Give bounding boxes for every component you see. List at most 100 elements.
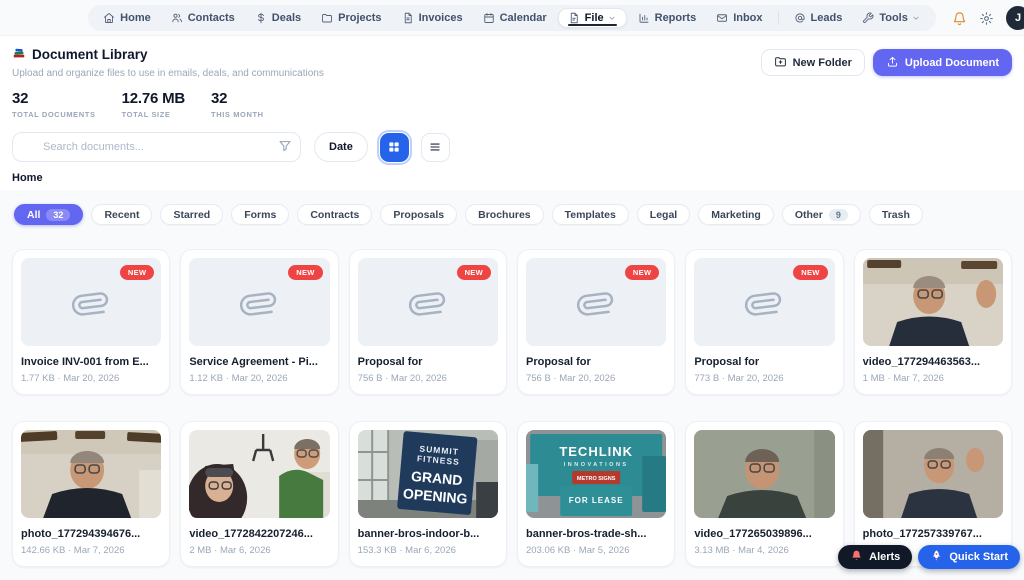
filter-chip-proposals[interactable]: Proposals xyxy=(380,204,457,225)
alert-bell-icon xyxy=(850,549,863,565)
document-title: Proposal for xyxy=(526,356,666,368)
stat-total-documents: 32TOTAL DOCUMENTS xyxy=(12,90,96,119)
document-card[interactable]: NEW Proposal for 773 B · Mar 20, 2026 xyxy=(685,249,843,395)
file-icon xyxy=(568,12,580,24)
document-title: Proposal for xyxy=(694,356,834,368)
document-meta: 1.12 KB · Mar 20, 2026 xyxy=(189,373,329,384)
document-title: photo_177257339767... xyxy=(863,528,1003,540)
leads-icon xyxy=(794,12,806,24)
document-meta: 1.77 KB · Mar 20, 2026 xyxy=(21,373,161,384)
filter-chip-all[interactable]: All32 xyxy=(14,204,83,225)
calendar-icon xyxy=(483,12,495,24)
search-input[interactable] xyxy=(12,132,301,162)
stat-label: THIS MONTH xyxy=(211,110,264,119)
filter-funnel-icon[interactable] xyxy=(278,139,292,153)
stat-value: 12.76 MB xyxy=(122,90,185,107)
page-title: Document Library xyxy=(12,46,324,63)
alerts-button[interactable]: Alerts xyxy=(838,545,912,569)
rocket-icon xyxy=(930,549,943,565)
thumbnail-paperclip: NEW xyxy=(526,258,666,346)
thumbnail-paperclip: NEW xyxy=(21,258,161,346)
stat-label: TOTAL DOCUMENTS xyxy=(12,110,96,119)
thumbnail-photo xyxy=(21,430,161,518)
document-card[interactable]: video_177265039896...3.13 MB · Mar 4, 20… xyxy=(685,421,843,567)
nav-item-file[interactable]: File xyxy=(558,8,627,28)
document-title: banner-bros-indoor-b... xyxy=(358,528,498,540)
document-card[interactable]: NEW Proposal for 756 B · Mar 20, 2026 xyxy=(517,249,675,395)
nav-item-tools[interactable]: Tools xyxy=(853,8,930,28)
new-folder-button[interactable]: New Folder xyxy=(761,49,865,76)
stat-label: TOTAL SIZE xyxy=(122,110,185,119)
filter-chip-forms[interactable]: Forms xyxy=(231,204,289,225)
filter-chip-trash[interactable]: Trash xyxy=(869,204,923,225)
filter-chip-recent[interactable]: Recent xyxy=(91,204,152,225)
page-subtitle: Upload and organize files to use in emai… xyxy=(12,68,324,79)
document-title: Service Agreement - Pi... xyxy=(189,356,329,368)
chevron-down-icon xyxy=(911,13,921,23)
thumbnail-photo xyxy=(863,430,1003,518)
invoice-icon xyxy=(402,12,414,24)
nav-item-home[interactable]: Home xyxy=(94,8,160,28)
svg-text:FOR LEASE: FOR LEASE xyxy=(569,496,624,505)
nav-divider xyxy=(778,11,779,25)
document-card[interactable]: NEWService Agreement - Pi...1.12 KB · Ma… xyxy=(180,249,338,395)
date-filter-button[interactable]: Date xyxy=(314,132,368,162)
nav-item-calendar[interactable]: Calendar xyxy=(474,8,556,28)
document-meta: 2 MB · Mar 6, 2026 xyxy=(189,545,329,556)
filter-chip-templates[interactable]: Templates xyxy=(552,204,629,225)
filter-chip-starred[interactable]: Starred xyxy=(160,204,223,225)
search-box xyxy=(12,132,301,162)
document-card[interactable]: NEWProposal for756 B · Mar 20, 2026 xyxy=(349,249,507,395)
reports-icon xyxy=(638,12,650,24)
filter-chip-legal[interactable]: Legal xyxy=(637,204,690,225)
document-meta: 773 B · Mar 20, 2026 xyxy=(694,373,834,384)
nav-item-contacts[interactable]: Contacts xyxy=(162,8,244,28)
documents-grid: NEWInvoice INV-001 from E...1.77 KB · Ma… xyxy=(0,225,1024,567)
nav-item-leads[interactable]: Leads xyxy=(785,8,852,28)
chevron-down-icon xyxy=(607,13,617,23)
filter-chip-marketing[interactable]: Marketing xyxy=(698,204,774,225)
filter-chip-contracts[interactable]: Contracts xyxy=(297,204,372,225)
notifications-bell-icon[interactable] xyxy=(952,11,967,26)
document-card[interactable]: NEWInvoice INV-001 from E...1.77 KB · Ma… xyxy=(12,249,170,395)
document-title: video_1772842207246... xyxy=(189,528,329,540)
stat-this-month: 32THIS MONTH xyxy=(211,90,264,119)
upload-icon xyxy=(886,55,899,71)
list-view-button[interactable] xyxy=(421,133,450,162)
breadcrumb[interactable]: Home xyxy=(0,162,1024,190)
user-avatar[interactable]: J xyxy=(1006,6,1024,30)
document-title: photo_177294394676... xyxy=(21,528,161,540)
document-title: video_177265039896... xyxy=(694,528,834,540)
document-card[interactable]: photo_177294394676... 142.66 KB · Mar 7, … xyxy=(12,421,170,567)
nav-item-reports[interactable]: Reports xyxy=(629,8,706,28)
thumbnail-paperclip: NEW xyxy=(694,258,834,346)
document-meta: 756 B · Mar 20, 2026 xyxy=(526,373,666,384)
floating-actions: Alerts Quick Start xyxy=(838,545,1020,569)
settings-gear-icon[interactable] xyxy=(979,11,994,26)
filter-chip-brochures[interactable]: Brochures xyxy=(465,204,544,225)
chip-count-badge: 32 xyxy=(46,209,70,221)
nav-item-invoices[interactable]: Invoices xyxy=(393,8,472,28)
document-card[interactable]: TECHLINKINNOVATIONSMETRO SIGNSFOR LEASE b… xyxy=(517,421,675,567)
document-meta: 203.06 KB · Mar 5, 2026 xyxy=(526,545,666,556)
top-nav: HomeContactsDealsProjectsInvoicesCalenda… xyxy=(0,0,1024,36)
upload-document-button[interactable]: Upload Document xyxy=(873,49,1012,76)
document-meta: 142.66 KB · Mar 7, 2026 xyxy=(21,545,161,556)
dollar-icon xyxy=(255,12,267,24)
nav-item-deals[interactable]: Deals xyxy=(246,8,310,28)
thumbnail-photo xyxy=(694,430,834,518)
thumbnail-paperclip: NEW xyxy=(358,258,498,346)
nav-item-inbox[interactable]: Inbox xyxy=(707,8,771,28)
nav-item-projects[interactable]: Projects xyxy=(312,8,390,28)
filter-chip-other[interactable]: Other9 xyxy=(782,204,861,225)
document-card[interactable]: SUMMITFITNESSGRANDOPENING banner-bros-ind… xyxy=(349,421,507,567)
folder-plus-icon xyxy=(774,55,787,71)
document-card[interactable]: video_177294463563...1 MB · Mar 7, 2026 xyxy=(854,249,1012,395)
thumbnail-banner-photo: TECHLINKINNOVATIONSMETRO SIGNSFOR LEASE xyxy=(526,430,666,518)
document-card[interactable]: video_1772842207246... 2 MB · Mar 6, 2026 xyxy=(180,421,338,567)
grid-view-button[interactable] xyxy=(380,133,409,162)
quick-start-button[interactable]: Quick Start xyxy=(918,545,1020,569)
folder-icon xyxy=(321,12,333,24)
document-title: banner-bros-trade-sh... xyxy=(526,528,666,540)
thumbnail-banner-photo: SUMMITFITNESSGRANDOPENING xyxy=(358,430,498,518)
